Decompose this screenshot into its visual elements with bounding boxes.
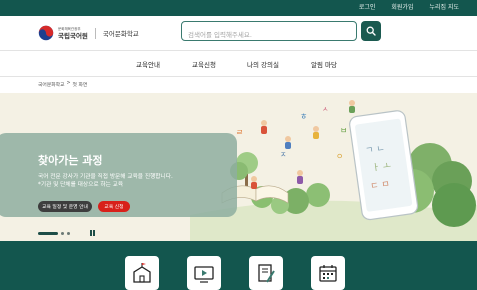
hero-title: 찾아가는 과정 xyxy=(38,154,103,167)
calendar-icon xyxy=(319,265,337,282)
svg-text:ㄹ: ㄹ xyxy=(236,128,243,137)
institute-name: 국립국어원 xyxy=(58,31,88,40)
hero-banner: ㄱ ㄴ ㅏ ㅗ ㄷ ㅁ ㅎ ㄹ ㅂ ㅅ ㅈ ㅇ 찾아가는 과정 국어 전문 강사… xyxy=(0,93,477,241)
hero-description-line-1: 국어 전문 강사가 기관을 직접 방문해 교육을 진행합니다. xyxy=(38,174,173,180)
certificate-icon xyxy=(258,264,275,283)
nav-item-education-apply[interactable]: 교육신청 xyxy=(192,59,216,69)
search-box xyxy=(181,21,357,44)
logo-divider xyxy=(94,27,96,39)
slide-indicator-active[interactable] xyxy=(38,231,58,235)
search-input[interactable] xyxy=(182,26,350,44)
site-header: 문화체육관광부 국립국어원 국어문화학교 xyxy=(0,16,477,50)
svg-text:ㅎ: ㅎ xyxy=(300,112,307,121)
svg-text:ㅈ: ㅈ xyxy=(280,151,286,159)
site-logo[interactable]: 문화체육관광부 국립국어원 국어문화학교 xyxy=(38,25,139,41)
nav-item-my-classroom[interactable]: 나의 강의실 xyxy=(247,59,279,69)
logo-text: 문화체육관광부 국립국어원 xyxy=(58,27,88,40)
apply-education-button[interactable]: 교육 신청 xyxy=(98,201,130,212)
nav-item-notice-board[interactable]: 알림 마당 xyxy=(311,59,337,69)
school-name: 국어문화학교 xyxy=(102,30,139,38)
nav-item-education-info[interactable]: 교육안내 xyxy=(136,59,160,69)
taegeuk-logo-icon xyxy=(38,25,54,41)
svg-text:ㅂ: ㅂ xyxy=(340,126,347,135)
search-button[interactable] xyxy=(361,21,381,41)
main-nav: 교육안내 교육신청 나의 강의실 알림 마당 xyxy=(0,50,477,77)
breadcrumb-current: 첫 화면 xyxy=(72,83,88,88)
video-play-icon xyxy=(194,266,214,283)
slide-indicator xyxy=(38,230,96,236)
quick-link-school[interactable] xyxy=(125,256,159,290)
breadcrumb-separator: > xyxy=(66,81,71,86)
login-link[interactable]: 로그인 xyxy=(359,3,376,13)
search-icon xyxy=(366,26,376,36)
sitemap-link[interactable]: 누리집 지도 xyxy=(429,3,459,13)
top-utility-bar: 로그인 회원가입 누리집 지도 xyxy=(0,0,477,16)
slide-indicator-dot[interactable] xyxy=(61,231,64,235)
slide-indicator-dot[interactable] xyxy=(67,231,70,235)
school-building-icon xyxy=(133,263,151,283)
utility-links: 로그인 회원가입 누리집 지도 xyxy=(359,3,459,13)
signup-link[interactable]: 회원가입 xyxy=(391,3,413,13)
svg-text:ㅇ: ㅇ xyxy=(336,152,343,161)
quick-link-calendar[interactable] xyxy=(311,256,345,290)
quick-links-band xyxy=(0,241,477,290)
schedule-guide-button[interactable]: 교육 일정 및 운영 안내 xyxy=(38,201,92,212)
svg-text:ㅅ: ㅅ xyxy=(322,105,328,113)
pause-icon[interactable] xyxy=(90,230,96,236)
breadcrumb-home[interactable]: 국어문화학교 xyxy=(38,81,64,88)
hero-description-line-2: *기관 및 단체를 대상으로 하는 교육 xyxy=(38,182,124,188)
quick-link-certificate[interactable] xyxy=(249,256,283,290)
quick-link-video[interactable] xyxy=(187,256,221,290)
hero-description: 국어 전문 강사가 기관을 직접 방문해 교육을 진행합니다. *기관 및 단체… xyxy=(38,173,173,189)
breadcrumb: 국어문화학교 > 첫 화면 xyxy=(38,81,87,88)
